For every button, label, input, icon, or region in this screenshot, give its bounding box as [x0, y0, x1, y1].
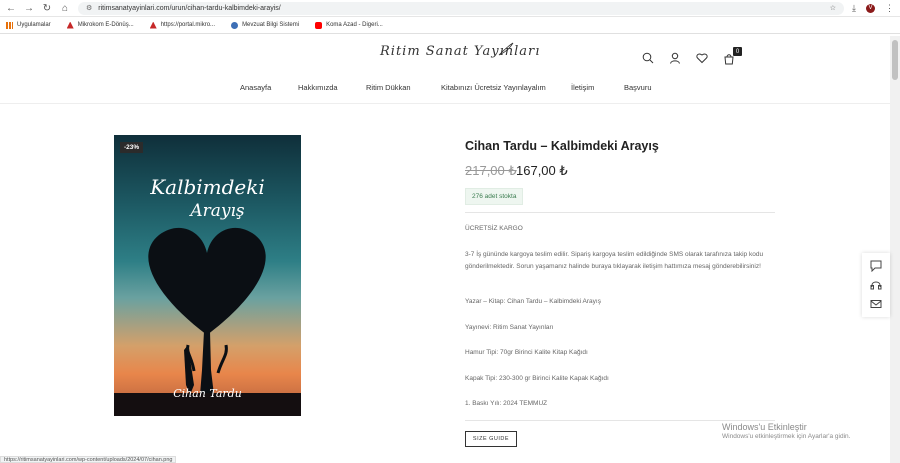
logo-text: Ritim Sanat Yayınları: [380, 44, 541, 59]
windows-activation-watermark: Windows'u Etkinleştir Windows'u etkinleş…: [722, 422, 850, 440]
feather-icon: [498, 42, 514, 56]
shipping-info: 3-7 İş gününde kargoya teslim edilir. Si…: [465, 251, 764, 270]
activation-title: Windows'u Etkinleştir: [722, 422, 807, 432]
nav-item-anasayfa[interactable]: Anasayfa: [240, 83, 298, 92]
edition-year: 1. Baskı Yılı: 2024 TEMMUZ: [465, 400, 548, 407]
shipping-label: ÜCRETSİZ KARGO: [465, 225, 523, 232]
nav-item-basvuru[interactable]: Başvuru: [624, 83, 674, 92]
bookmark-star-icon[interactable]: ☆: [830, 4, 836, 12]
forward-icon[interactable]: →: [24, 3, 34, 14]
paper-type: Hamur Tipi: 70gr Birinci Kalite Kitap Ka…: [465, 349, 588, 356]
mevzuat-icon: [231, 21, 239, 29]
apps-grid-icon: [6, 21, 13, 29]
mikro-icon: [149, 21, 157, 29]
divider: [465, 212, 775, 213]
author-book: Yazar – Kitap: Cihan Tardu – Kalbimdeki …: [465, 298, 601, 305]
bookmark-label: https://portal.mikro...: [160, 22, 216, 28]
address-bar[interactable]: ⚙ ritimsanatyayinlari.com/urun/cihan-tar…: [78, 1, 845, 15]
address-text: ritimsanatyayinlari.com/urun/cihan-tardu…: [98, 4, 281, 12]
mikrokom-icon: [66, 21, 74, 29]
bookmark-item[interactable]: Koma Azad - Digeri...: [315, 21, 383, 29]
cart-button[interactable]: 0: [723, 47, 742, 65]
cart-count-badge: 0: [733, 47, 742, 56]
page-scrollbar[interactable]: [890, 36, 900, 463]
size-guide-button[interactable]: SIZE GUIDE: [465, 431, 517, 447]
headset-icon[interactable]: [870, 279, 882, 291]
divider: [465, 420, 775, 421]
reload-icon[interactable]: ↻: [42, 3, 52, 14]
contact-widget: [862, 253, 890, 317]
sale-price: 167,00 ₺: [516, 163, 568, 178]
bookmark-label: Mevzuat Bilgi Sistemi: [242, 22, 300, 28]
status-bar-url: https://ritimsanatyayinlari.com/wp-conte…: [0, 456, 177, 463]
site-info-icon[interactable]: ⚙: [86, 4, 92, 12]
menu-icon[interactable]: ⋮: [885, 3, 894, 14]
scrollbar-thumb[interactable]: [892, 40, 898, 80]
profile-avatar[interactable]: V: [866, 3, 875, 13]
bookmark-item[interactable]: Uygulamalar: [6, 21, 51, 29]
heart-icon[interactable]: [696, 52, 708, 64]
youtube-icon: [315, 21, 323, 29]
bookmark-item[interactable]: https://portal.mikro...: [149, 21, 216, 29]
chat-icon[interactable]: [870, 260, 882, 272]
bookmark-label: Mikrokom E-Dönüş...: [77, 22, 134, 28]
bookmark-item[interactable]: Mikrokom E-Dönüş...: [66, 21, 134, 29]
bookmark-label: Koma Azad - Digeri...: [326, 22, 383, 28]
cover-author: Cihan Tardu: [173, 387, 242, 400]
activation-subtitle: Windows'u etkinleştirmek için Ayarlar'a …: [722, 433, 851, 440]
nav-item-iletisim[interactable]: İletişim: [571, 83, 624, 92]
nav-item-ritim-dukkan[interactable]: Ritim Dükkan: [366, 83, 441, 92]
site-logo[interactable]: Ritim Sanat Yayınları: [380, 42, 541, 59]
old-price: 217,00 ₺: [465, 163, 517, 178]
bookmarks-bar: Uygulamalar Mikrokom E-Dönüş... https://…: [0, 17, 900, 34]
cover-illustration: [114, 227, 301, 416]
search-icon[interactable]: [642, 52, 654, 64]
site-header: Ritim Sanat Yayınları 0 Anasayfa Hakkımı…: [0, 36, 890, 104]
bookmark-item[interactable]: Mevzuat Bilgi Sistemi: [231, 21, 300, 29]
home-icon[interactable]: ⌂: [60, 3, 70, 14]
product-title: Cihan Tardu – Kalbimdeki Arayış: [465, 139, 659, 153]
back-icon[interactable]: ←: [6, 3, 16, 14]
product-image[interactable]: -23% Kalbimdeki Arayış Cihan Tardu: [114, 135, 301, 416]
bookmark-label: Uygulamalar: [17, 22, 51, 28]
mail-icon[interactable]: [870, 298, 882, 310]
main-nav: Anasayfa Hakkımızda Ritim Dükkan Kitabın…: [240, 83, 674, 92]
user-icon[interactable]: [669, 52, 681, 64]
download-icon[interactable]: ⤓: [852, 3, 856, 14]
cover-type: Kapak Tipi: 230-300 gr Birinci Kalite Ka…: [465, 375, 609, 382]
stock-badge: 276 adet stokta: [465, 188, 524, 205]
publisher: Yayınevi: Ritim Sanat Yayınları: [465, 324, 554, 331]
nav-item-hakkimizda[interactable]: Hakkımızda: [298, 83, 366, 92]
nav-item-kitabiniz[interactable]: Kitabınızı Ücretsiz Yayınlayalım: [441, 83, 571, 92]
browser-toolbar: ← → ↻ ⌂ ⚙ ritimsanatyayinlari.com/urun/c…: [0, 0, 900, 17]
